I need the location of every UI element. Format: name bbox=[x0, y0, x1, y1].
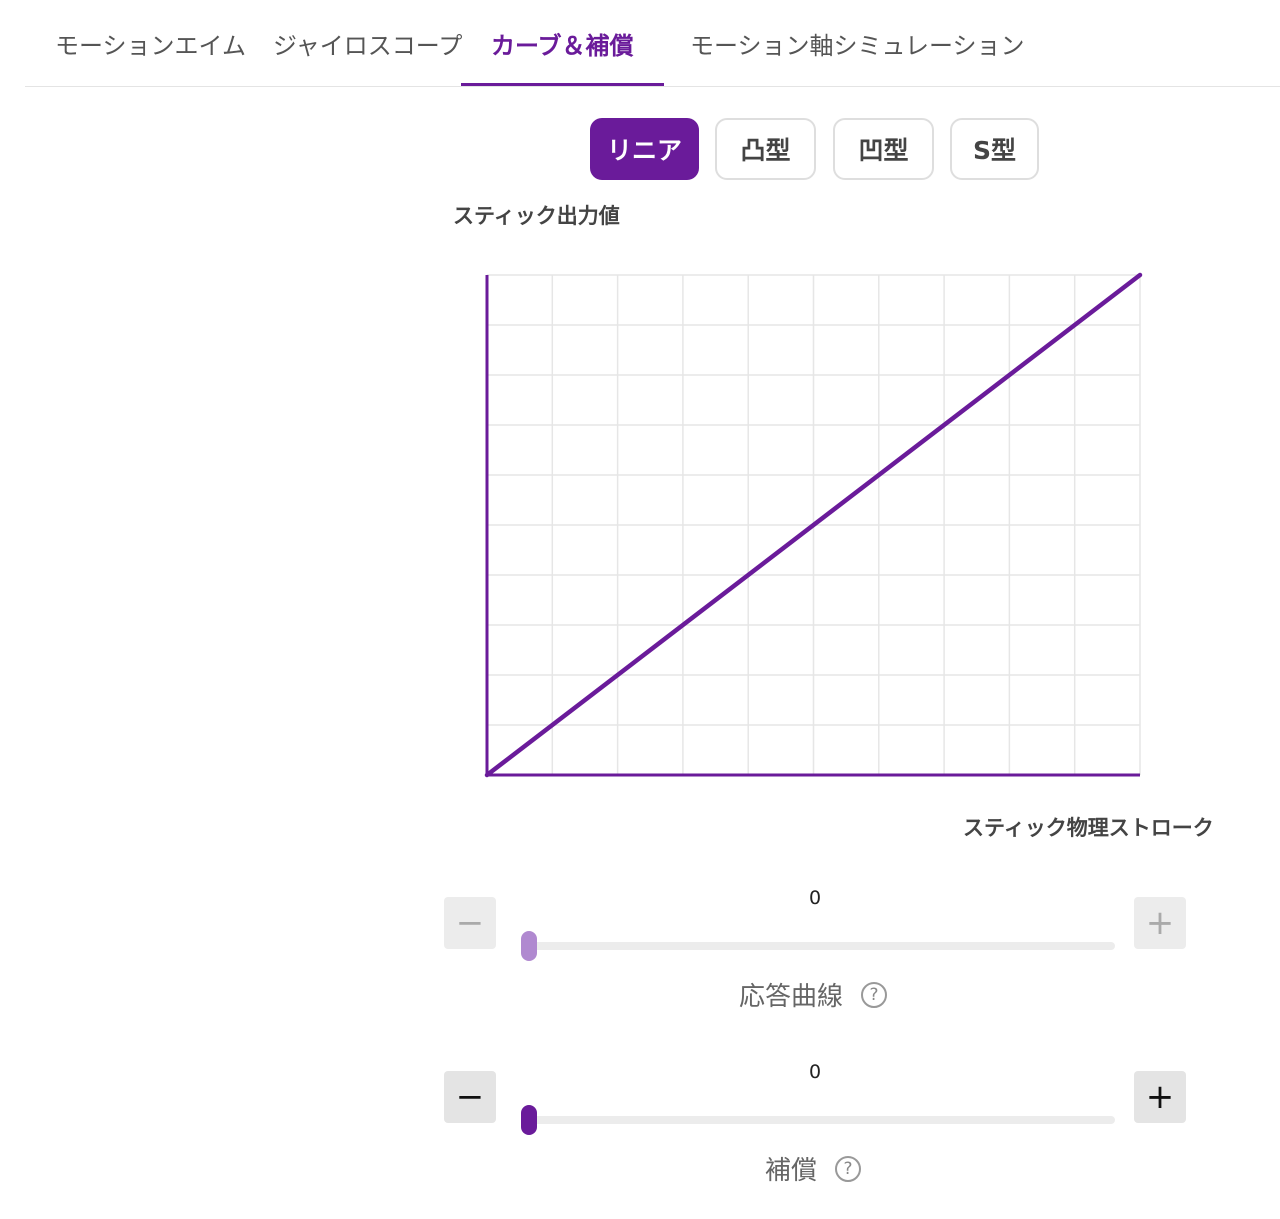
compensation-value: 0 bbox=[808, 1061, 822, 1083]
chart-y-axis-label: スティック出力値 bbox=[453, 204, 620, 228]
tab-curve-compensation[interactable]: カーブ＆補償 bbox=[461, 0, 664, 86]
compensation-slider-track[interactable] bbox=[522, 1116, 1115, 1124]
help-icon[interactable]: ? bbox=[861, 981, 888, 1008]
response-curve-slider-track[interactable] bbox=[522, 942, 1115, 950]
response-curve-slider-thumb[interactable] bbox=[521, 931, 537, 961]
chart-x-axis-label: スティック物理ストローク bbox=[963, 816, 1214, 840]
help-icon[interactable]: ? bbox=[835, 1155, 862, 1182]
response-curve-decrease-button[interactable]: − bbox=[444, 897, 496, 949]
response-curve-increase-button[interactable]: + bbox=[1134, 897, 1186, 949]
preset-linear-button[interactable]: リニア bbox=[590, 118, 699, 180]
response-curve-value: 0 bbox=[808, 887, 822, 909]
tab-motion-aim[interactable]: モーションエイム bbox=[55, 0, 246, 86]
compensation-increase-button[interactable]: + bbox=[1134, 1071, 1186, 1123]
tab-motion-axis-simulation[interactable]: モーション軸シミュレーション bbox=[690, 0, 1025, 86]
response-curve-label-text: 応答曲線 bbox=[739, 982, 844, 1012]
preset-convex-button[interactable]: 凸型 bbox=[715, 118, 816, 180]
compensation-label: 補償 ? bbox=[765, 1150, 862, 1187]
compensation-decrease-button[interactable]: − bbox=[444, 1071, 496, 1123]
response-curve-chart bbox=[484, 272, 1143, 778]
tab-bar: モーションエイム ジャイロスコープ カーブ＆補償 モーション軸シミュレーション bbox=[25, 0, 1280, 87]
plus-icon: + bbox=[1145, 903, 1175, 943]
minus-icon: − bbox=[455, 903, 485, 943]
compensation-slider-thumb[interactable] bbox=[521, 1105, 537, 1135]
tab-gyroscope[interactable]: ジャイロスコープ bbox=[273, 0, 462, 86]
plus-icon: + bbox=[1145, 1077, 1175, 1117]
preset-concave-button[interactable]: 凹型 bbox=[833, 118, 934, 180]
compensation-label-text: 補償 bbox=[765, 1156, 818, 1186]
response-curve-label: 応答曲線 ? bbox=[739, 976, 888, 1013]
preset-s-curve-button[interactable]: S型 bbox=[950, 118, 1039, 180]
minus-icon: − bbox=[455, 1077, 485, 1117]
